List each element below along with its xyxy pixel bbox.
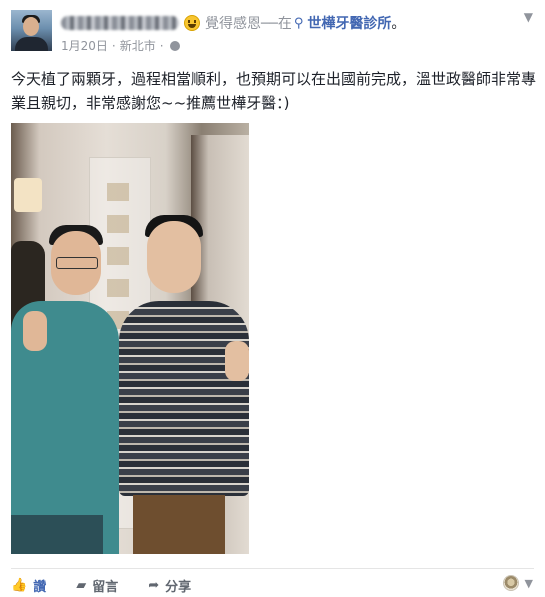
globe-icon[interactable]: [169, 40, 180, 51]
photo-patient-hand: [225, 341, 249, 381]
photo-patient-sweater: [119, 301, 249, 496]
like-button[interactable]: 👍 讚: [11, 576, 46, 595]
post-photo[interactable]: [11, 123, 249, 554]
meta-dot: ·: [111, 38, 116, 53]
feeling-text: 覺得感恩: [205, 16, 261, 32]
photo-lamp: [14, 178, 42, 212]
author-avatar[interactable]: [11, 10, 52, 51]
post-as-selector[interactable]: ▼: [502, 575, 533, 591]
post-meta: 1月20日 · 新北市 ·: [61, 37, 180, 54]
like-label: 讚: [33, 579, 47, 595]
photo-patient-head: [147, 221, 201, 293]
period: 。: [391, 16, 406, 32]
grinning-emoji-icon: [184, 15, 200, 31]
post-location[interactable]: 新北市: [120, 37, 156, 54]
share-icon: ➦: [148, 577, 160, 593]
thumbs-up-icon: 👍: [11, 577, 28, 593]
post-date[interactable]: 1月20日: [61, 37, 108, 54]
author-name-redacted[interactable]: [61, 16, 179, 30]
location-pin-icon: ⚲: [293, 15, 304, 31]
avatar-face: [23, 17, 39, 36]
meta-dot-2: ·: [159, 38, 164, 53]
post-header: 覺得感恩 ──在 ⚲ 世樺牙醫診所 。: [61, 12, 405, 34]
post-body: 今天植了兩顆牙，過程相當順利，也預期可以在出國前完成，溫世政醫師非常專業且親切，…: [11, 70, 537, 112]
chevron-down-icon: ▼: [524, 576, 533, 590]
avatar-shirt: [15, 37, 48, 51]
photo-doctor-pants: [11, 515, 103, 554]
share-label: 分享: [165, 579, 192, 595]
with-separator: ──在: [261, 16, 292, 32]
photo-patient-pants: [133, 495, 225, 554]
actions-divider: [11, 568, 534, 569]
photo-doctor-glasses: [56, 257, 98, 269]
comment-label: 留言: [92, 579, 119, 595]
chevron-down-icon[interactable]: ▼: [524, 10, 533, 24]
comment-icon: ▰: [76, 577, 87, 593]
place-link[interactable]: 世樺牙醫診所: [307, 13, 391, 33]
mini-avatar: [502, 575, 519, 591]
comment-button[interactable]: ▰ 留言: [76, 576, 118, 595]
post-actions: 👍 讚 ▰ 留言 ➦ 分享: [11, 575, 191, 595]
share-button[interactable]: ➦ 分享: [148, 576, 191, 595]
photo-doctor-hand: [23, 311, 47, 351]
